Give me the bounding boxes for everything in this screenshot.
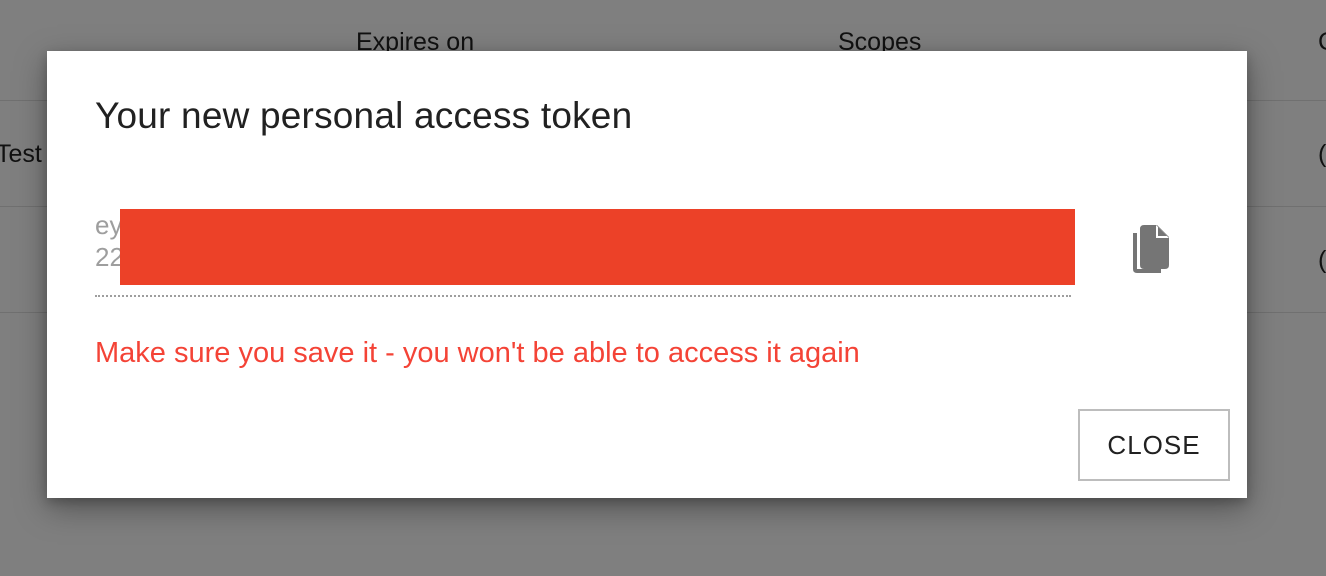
dialog-title: Your new personal access token [95,95,633,136]
save-warning-text: Make sure you save it - you won't be abl… [95,337,860,369]
redaction-block [120,209,1075,285]
page: Expires on Scopes C Test ( ( Your new pe… [0,0,1326,576]
new-token-dialog: Your new personal access token ey 22 Mak… [47,51,1247,498]
content-copy-icon [1133,225,1169,273]
token-field-underline [95,295,1071,297]
close-button[interactable]: CLOSE [1078,409,1230,481]
copy-button[interactable] [1125,221,1175,277]
